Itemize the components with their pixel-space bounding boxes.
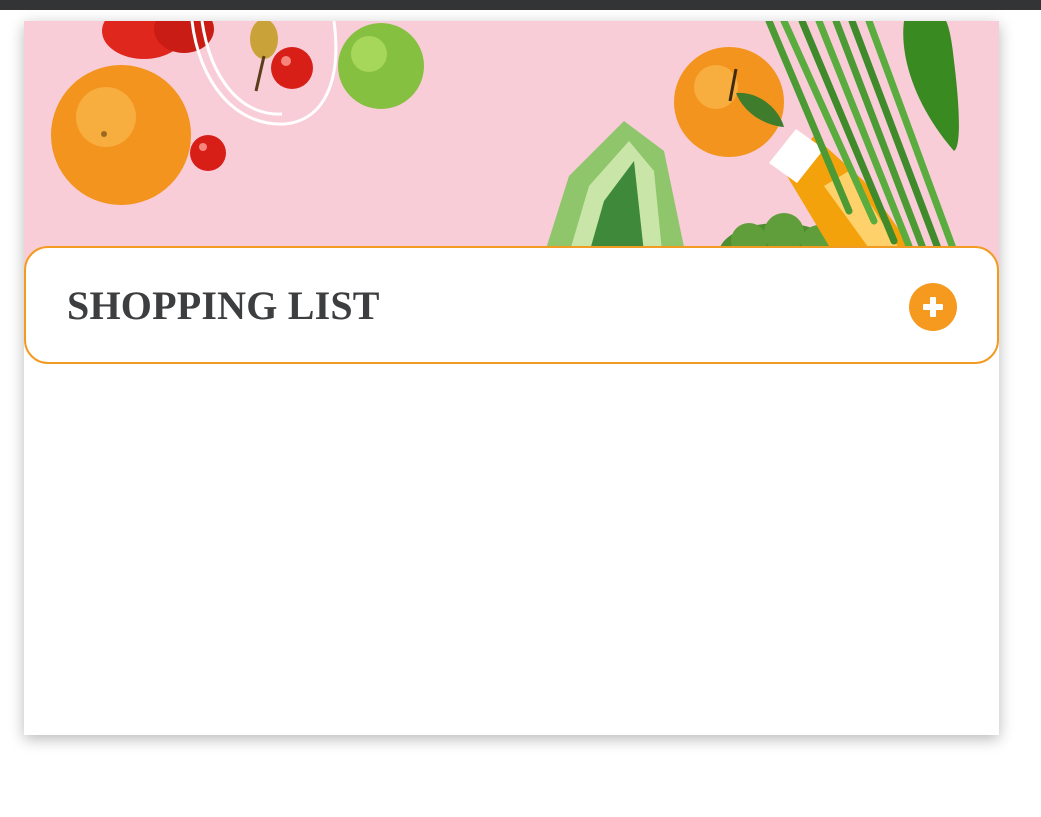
list-header: SHOPPING LIST: [24, 246, 999, 364]
shopping-list-items: [24, 366, 999, 735]
lime-image: [338, 23, 424, 109]
orange-image: [51, 65, 191, 205]
plus-icon: [923, 297, 943, 317]
add-item-button[interactable]: [909, 283, 957, 331]
shopping-list-card: SHOPPING LIST: [24, 21, 999, 735]
page-title: SHOPPING LIST: [67, 283, 380, 328]
browser-top-bar: [0, 0, 1041, 10]
hero-image-groceries: [24, 21, 999, 271]
tangerine-image: [674, 47, 784, 157]
